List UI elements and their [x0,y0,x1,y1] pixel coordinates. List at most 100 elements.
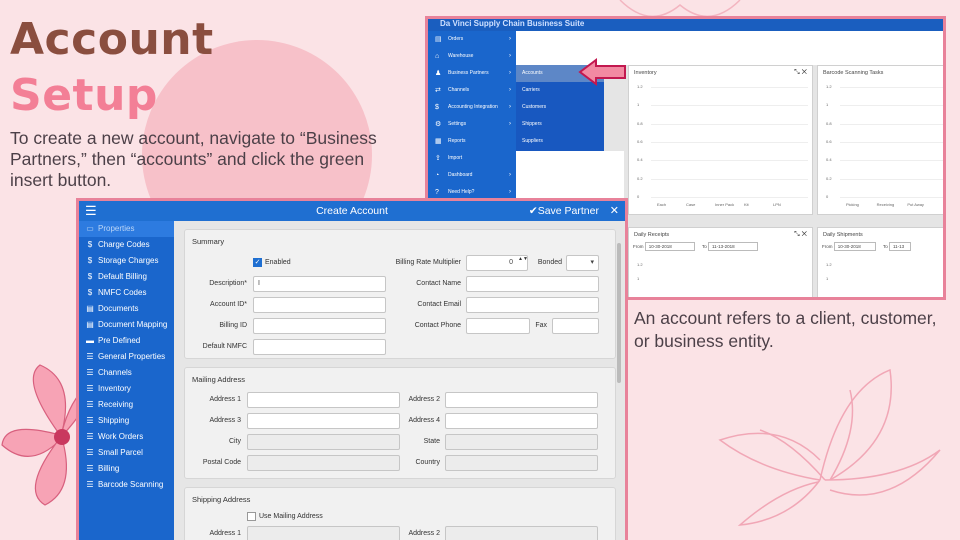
gridline [651,142,808,143]
contact-email-field[interactable] [466,297,599,313]
postal-code-field[interactable] [247,455,400,471]
shipping-address1-field[interactable] [247,526,400,540]
y-tick-label: 0.8 [637,120,643,126]
form-scrollbar[interactable] [617,243,621,383]
suite-nav-item[interactable]: ▤ Orders › [428,31,516,48]
stepper-arrows-icon[interactable]: ▲▼ [518,256,528,262]
mailing-address3-field[interactable] [247,413,400,429]
document-icon: ▤ [86,304,94,313]
enabled-checkbox[interactable]: ✓ [253,258,262,267]
submenu-item-customers[interactable]: Customers [516,99,604,116]
save-partner-button[interactable]: ✔Save Partner [529,205,599,217]
sidebar-item-storage-charges[interactable]: $ Storage Charges [79,253,174,269]
sidebar-item-document-mapping[interactable]: ▤ Document Mapping [79,317,174,333]
suite-nav-item[interactable]: ⌂ Warehouse › [428,48,516,65]
x-tick-label: LPN [773,202,781,207]
sidebar-item-label: Properties [98,224,135,233]
sidebar-item-work-orders[interactable]: ☰ Work Orders [79,429,174,445]
y-tick-label: 0.4 [637,157,643,163]
sidebar-item-shipping[interactable]: ☰ Shipping [79,413,174,429]
billing-id-field[interactable] [253,318,386,334]
users-icon: ♟ [435,70,442,77]
description-field[interactable]: I [253,276,386,292]
account-id-label: Account ID* [210,301,247,308]
sidebar-item-pre-defined[interactable]: ▬ Pre Defined [79,333,174,349]
submenu-item-suppliers[interactable]: Suppliers [516,133,604,150]
receipts-date-range: From 10-30-2018 To 11-13-2018 [629,242,812,251]
from-label: From [633,244,644,249]
contact-phone-field[interactable] [466,318,530,334]
close-icon[interactable]: ✕ [610,204,619,217]
properties-icon: ▭ [86,224,94,233]
fax-label: Fax [535,322,547,329]
sidebar-item-nmfc-codes[interactable]: $ NMFC Codes [79,285,174,301]
y-tick-label: 1 [637,102,640,108]
y-tick-label: 0.6 [637,139,643,144]
suite-title: Da Vinci Supply Chain Business Suite [428,19,943,31]
suite-nav-item[interactable]: ♟ Business Partners › [428,65,516,82]
list-icon: ☰ [86,416,94,425]
sidebar-item-billing[interactable]: ☰ Billing [79,461,174,477]
sidebar-item-barcode-scanning[interactable]: ☰ Barcode Scanning [79,477,174,493]
default-nmfc-field[interactable] [253,339,386,355]
list-icon: ☰ [86,352,94,361]
sidebar-item-label: Storage Charges [98,256,159,265]
document-icon: ▤ [86,320,94,329]
y-tick-label: 0.8 [826,120,832,126]
description-label: Description* [209,280,247,287]
panel-controls[interactable]: ⤡ ✕ [794,69,807,77]
y-tick-label: 1.2 [637,262,643,267]
sidebar-item-label: Charge Codes [98,240,150,249]
sidebar-item-documents[interactable]: ▤ Documents [79,301,174,317]
mailing-address2-field[interactable] [445,392,598,408]
sidebar-item-properties[interactable]: ▭ Properties [79,221,174,237]
suite-nav-item[interactable]: ▦ Reports [428,133,516,150]
chevron-right-icon: › [509,121,511,127]
gridline [840,178,943,180]
sidebar-item-label: Shipping [98,416,130,425]
shipping-address2-field[interactable] [445,526,598,540]
suite-nav-item[interactable]: ⇪ Import [428,150,516,167]
x-tick-label: Each [657,202,667,207]
properties-sidebar: ▭ Properties $ Charge Codes $ Storage Charges… [79,221,174,540]
dashboard-icon: ◔ [435,172,440,179]
state-field[interactable] [445,434,598,450]
shipping-address-section: Shipping Address Use Mailing Address Add… [184,487,616,540]
suite-nav-item[interactable]: $ Accounting Integration › [428,99,516,116]
shipments-to-date[interactable]: 11-13 [888,242,911,251]
sidebar-item-channels[interactable]: ☰ Channels [79,365,174,381]
gridline [651,178,808,180]
receipts-from-date[interactable]: 10-30-2018 [644,242,695,251]
mailing-address4-field[interactable] [445,413,598,429]
suite-nav-item[interactable]: ⚙ Settings › [428,116,516,133]
gridline [651,87,808,88]
sidebar-item-inventory[interactable]: ☰ Inventory [79,381,174,397]
city-field[interactable] [247,434,400,450]
panel-controls[interactable]: ⤡ ✕ [794,231,807,239]
use-mailing-address-checkbox[interactable] [247,512,256,521]
y-tick-label: 1 [637,276,640,281]
account-id-field[interactable] [253,297,386,313]
inventory-panel: Inventory ⤡ ✕ 1.2 1 0.8 0.6 0.4 0.2 0 Each Case I… [628,65,813,215]
sidebar-item-default-billing[interactable]: $ Default Billing [79,269,174,285]
shipments-from-date[interactable]: 10-30-2018 [833,242,876,251]
create-account-window: ☰ Create Account ✔Save Partner ✕ ▭ Proper… [76,198,628,540]
list-icon: ☰ [86,480,94,489]
chevron-right-icon: › [509,53,511,59]
suite-nav-item[interactable]: ⇄ Channels › [428,82,516,99]
sidebar-item-receiving[interactable]: ☰ Receiving [79,397,174,413]
sidebar-item-charge-codes[interactable]: $ Charge Codes [79,237,174,253]
contact-name-field[interactable] [466,276,599,292]
sidebar-item-general-properties[interactable]: ☰ General Properties [79,349,174,365]
bonded-select[interactable]: ▾ [566,255,599,271]
submenu-item-shippers[interactable]: Shippers [516,116,604,133]
receipts-to-date[interactable]: 11-13-2018 [707,242,758,251]
fax-field[interactable] [552,318,599,334]
sidebar-item-small-parcel[interactable]: ☰ Small Parcel [79,445,174,461]
pointer-arrow-icon [578,58,626,86]
suite-nav-item[interactable]: ◔ Dashboard › [428,167,516,184]
chevron-right-icon: › [509,104,511,110]
y-tick-label: 1 [826,276,829,281]
country-field[interactable] [445,455,598,471]
mailing-address1-field[interactable] [247,392,400,408]
